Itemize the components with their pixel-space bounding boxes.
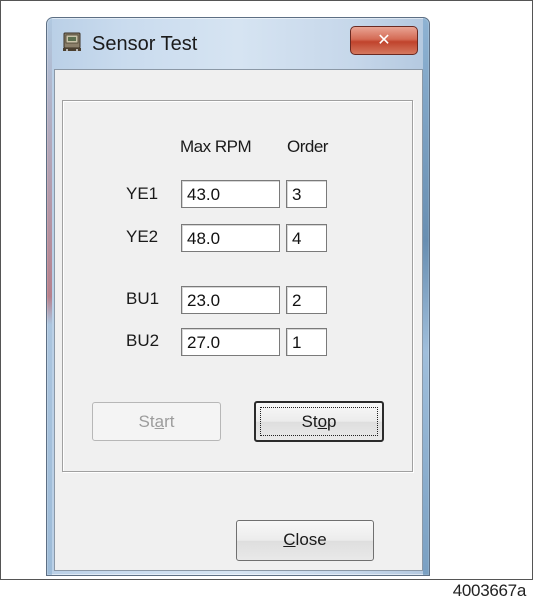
stop-label-a: St	[301, 412, 318, 431]
device-icon	[61, 31, 83, 53]
window-title: Sensor Test	[92, 33, 198, 55]
start-label-b: rt	[164, 412, 175, 431]
dialog-client-area: Max RPM Order YE1 43.0 3 YE2 48.0 4 BU1 …	[54, 69, 423, 571]
sensor-label-ye1: YE1	[126, 184, 159, 203]
sensor-label-bu2: BU2	[126, 331, 160, 350]
stop-label-accel: o	[317, 412, 328, 431]
figure-border-right	[532, 0, 533, 580]
figure-border-top	[0, 0, 533, 1]
stop-button[interactable]: Stop	[254, 401, 384, 442]
close-button[interactable]: Close	[236, 520, 374, 561]
sensor-label-ye2: YE2	[126, 227, 159, 246]
window-close-button[interactable]: ✕	[350, 26, 418, 55]
figure-border-bottom	[0, 579, 533, 580]
sensor-label-bu1: BU1	[126, 289, 160, 308]
start-label-a: St	[138, 412, 155, 431]
order-header: Order	[287, 137, 328, 156]
max-rpm-header: Max RPM	[180, 137, 252, 156]
figure-border-left	[0, 0, 1, 580]
ye1-max-rpm-field[interactable]: 43.0	[181, 180, 280, 208]
window-edge-left	[47, 18, 52, 575]
start-button[interactable]: Start	[92, 402, 221, 441]
bu1-order-field[interactable]: 2	[286, 286, 327, 314]
bu2-max-rpm-field[interactable]: 27.0	[181, 328, 280, 356]
ye1-order-field[interactable]: 3	[286, 180, 327, 208]
window-edge-right	[423, 18, 429, 575]
close-icon: ✕	[377, 30, 391, 49]
title-bar[interactable]: Sensor Test ✕	[47, 18, 429, 70]
bu2-order-field[interactable]: 1	[286, 328, 327, 356]
figure-id-label: 4003667a	[452, 581, 527, 600]
stop-label-b: p	[327, 412, 337, 431]
ye2-order-field[interactable]: 4	[286, 224, 327, 252]
close-label-accel: C	[283, 530, 296, 549]
start-label-accel: a	[154, 412, 165, 431]
bu1-max-rpm-field[interactable]: 23.0	[181, 286, 280, 314]
sensor-test-window: Sensor Test ✕ Max RPM Order YE1 43.0 3 Y…	[46, 17, 430, 576]
ye2-max-rpm-field[interactable]: 48.0	[181, 224, 280, 252]
close-label-b: lose	[295, 530, 327, 549]
